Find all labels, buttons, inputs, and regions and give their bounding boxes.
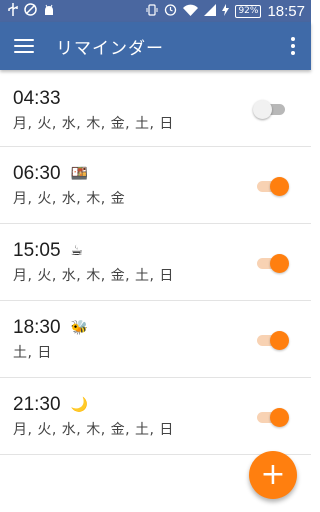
status-clock: 18:57 [267,2,305,20]
status-bar: 92% 18:57 [0,0,311,22]
reminder-list: 04:33 月, 火, 水, 木, 金, 土, 日 06:30 🍱 月, 火, … [0,70,311,455]
wifi-icon [183,4,199,19]
status-icons-right: 92% 18:57 [146,3,305,20]
page-title: リマインダー [56,38,164,59]
add-icon: + [260,457,286,492]
app-bar: リマインダー [0,22,311,70]
add-reminder-button[interactable]: + [249,451,297,499]
reminder-time: 04:33 [13,88,61,109]
signal-icon [204,3,217,19]
reminder-toggle[interactable] [253,407,289,427]
usb-icon [8,3,18,19]
moon-icon: 🌙 [70,397,88,413]
reminder-time: 06:30 [13,163,61,184]
bee-icon: 🐝 [70,320,88,336]
reminder-toggle[interactable] [253,253,289,273]
no-wifi-calling-icon [24,3,37,19]
vibrate-icon [146,3,158,19]
hamburger-menu-icon[interactable] [14,39,34,53]
reminder-time: 21:30 [13,394,61,415]
reminder-row[interactable]: 04:33 月, 火, 水, 木, 金, 土, 日 [0,70,311,147]
reminder-row[interactable]: 21:30 🌙 月, 火, 水, 木, 金, 土, 日 [0,378,311,455]
status-icons-left [8,3,55,19]
reminder-time: 15:05 [13,240,61,261]
coffee-icon: ☕ [70,243,84,259]
alarm-icon [164,3,177,19]
reminder-toggle[interactable] [253,99,289,119]
reminder-row[interactable]: 06:30 🍱 月, 火, 水, 木, 金 [0,147,311,224]
bento-icon: 🍱 [70,166,88,182]
reminder-toggle[interactable] [253,330,289,350]
battery-level: 92% [235,4,262,18]
charging-icon [222,3,230,19]
reminder-row[interactable]: 18:30 🐝 土, 日 [0,301,311,378]
android-debug-icon [43,4,55,19]
reminder-row[interactable]: 15:05 ☕ 月, 火, 水, 木, 金, 土, 日 [0,224,311,301]
reminder-time: 18:30 [13,317,61,338]
more-vert-icon[interactable] [285,37,301,55]
reminder-toggle[interactable] [253,176,289,196]
